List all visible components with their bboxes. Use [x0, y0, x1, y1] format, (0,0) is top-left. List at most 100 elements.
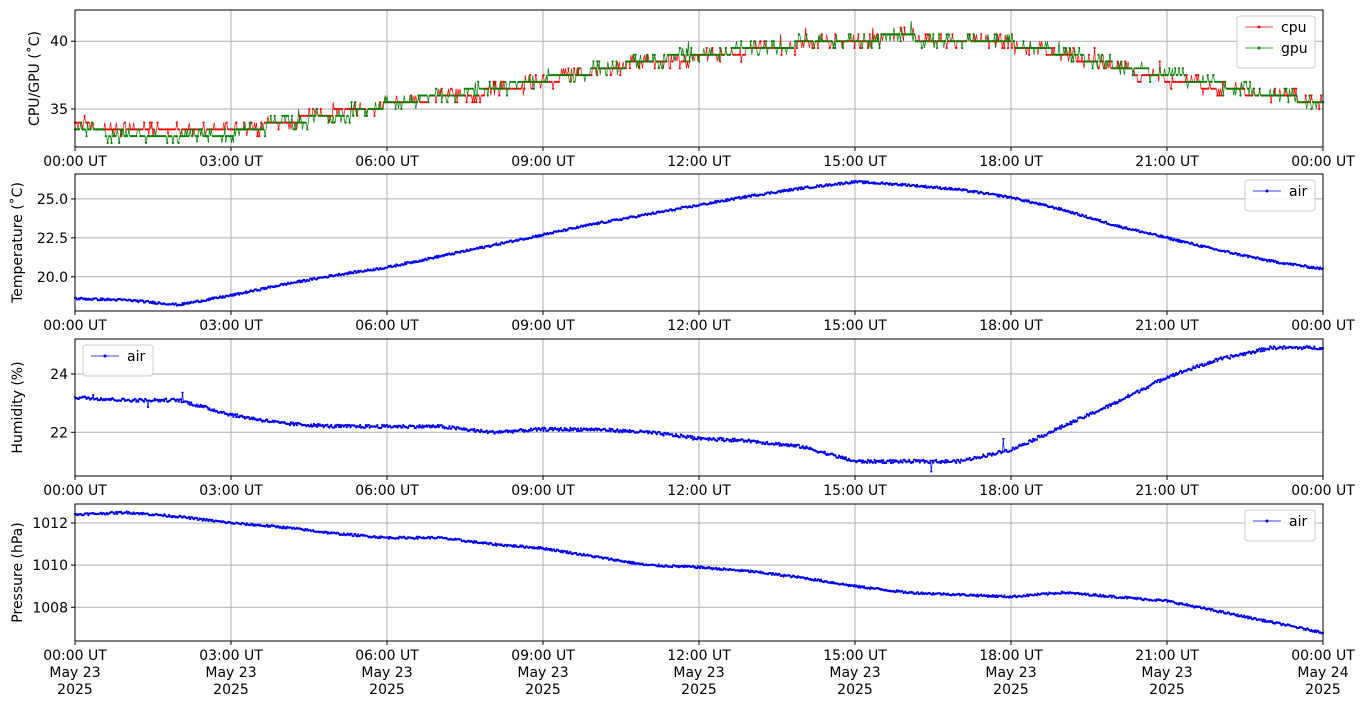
data-point [408, 101, 411, 104]
data-point [415, 535, 418, 538]
data-point [173, 128, 176, 131]
data-point [968, 456, 971, 459]
data-point [431, 94, 434, 97]
data-point [104, 135, 107, 138]
data-point [888, 33, 891, 36]
data-point [608, 427, 611, 430]
data-point [989, 40, 992, 43]
data-point [1199, 80, 1202, 83]
data-point [738, 195, 741, 198]
data-point [348, 424, 351, 427]
data-point [340, 114, 343, 117]
data-point [1172, 74, 1175, 77]
data-point [788, 46, 791, 50]
data-point [91, 121, 94, 124]
data-point [1275, 94, 1278, 97]
data-point [150, 121, 153, 124]
data-point [934, 40, 937, 43]
data-point [1168, 236, 1171, 239]
data-point [79, 121, 82, 124]
data-point [1087, 414, 1090, 417]
data-point [450, 94, 453, 97]
data-point [1080, 60, 1083, 63]
data-point [216, 135, 219, 138]
data-point [1302, 101, 1305, 104]
data-point [578, 429, 582, 432]
data-point [732, 53, 735, 56]
data-point [1273, 346, 1277, 349]
data-point [646, 430, 649, 433]
data-point [235, 128, 238, 131]
data-point [786, 46, 789, 50]
data-point [490, 87, 493, 90]
data-point [1231, 87, 1234, 90]
data-point [1227, 87, 1230, 90]
data-point [473, 94, 476, 97]
data-point [863, 33, 866, 36]
data-point [396, 426, 399, 429]
data-point [329, 114, 332, 117]
data-point [828, 40, 831, 43]
data-point [321, 423, 324, 426]
data-point [1164, 74, 1167, 77]
data-point [133, 135, 136, 138]
data-point [498, 87, 501, 90]
data-point [356, 535, 359, 538]
data-point [1045, 46, 1048, 50]
data-point [1062, 46, 1065, 50]
data-point [235, 121, 238, 124]
data-point [1084, 214, 1087, 217]
x-tick-label: 12:00 UT [667, 318, 731, 334]
data-point [1283, 87, 1286, 90]
data-point [1179, 80, 1182, 83]
data-point [1081, 60, 1085, 63]
data-point [801, 40, 804, 43]
data-point [239, 128, 242, 131]
data-point [1008, 40, 1012, 43]
data-point [1058, 53, 1062, 56]
chart-panel-2: 20.022.525.000:00 UT 03:00 UT 06:00 UT 09:0… [9, 173, 1355, 334]
data-point [1181, 67, 1184, 70]
data-point [918, 40, 921, 43]
data-point [1171, 374, 1174, 377]
data-point [517, 87, 520, 90]
data-point [179, 398, 182, 401]
data-point [156, 121, 159, 124]
data-point [730, 440, 733, 443]
data-point [447, 427, 450, 430]
data-point [146, 128, 150, 131]
data-point [872, 461, 875, 464]
data-point [1097, 53, 1100, 56]
data-point [1001, 46, 1004, 50]
data-point [980, 40, 983, 43]
data-point [782, 46, 785, 50]
data-point [1259, 350, 1262, 353]
data-point [734, 53, 737, 56]
data-point [160, 135, 163, 138]
data-point [1056, 53, 1060, 56]
data-point [346, 107, 349, 111]
data-point [1243, 80, 1246, 83]
data-point [1174, 67, 1177, 70]
data-point [115, 510, 118, 513]
data-point [277, 121, 280, 124]
data-point [1010, 449, 1014, 452]
data-point [751, 46, 754, 50]
data-point [180, 401, 183, 404]
data-point [717, 53, 720, 56]
data-point [893, 33, 896, 36]
data-point [939, 33, 943, 36]
data-point [1204, 87, 1207, 90]
data-point [1053, 429, 1056, 432]
data-point [496, 87, 499, 90]
data-point [200, 128, 203, 131]
data-point [661, 67, 664, 70]
data-point [891, 461, 895, 464]
data-point [578, 74, 582, 77]
data-point [247, 416, 250, 419]
data-point [657, 67, 660, 70]
data-point [1293, 87, 1296, 90]
data-point [513, 87, 516, 90]
data-point [1166, 74, 1169, 77]
data-point [505, 94, 509, 97]
